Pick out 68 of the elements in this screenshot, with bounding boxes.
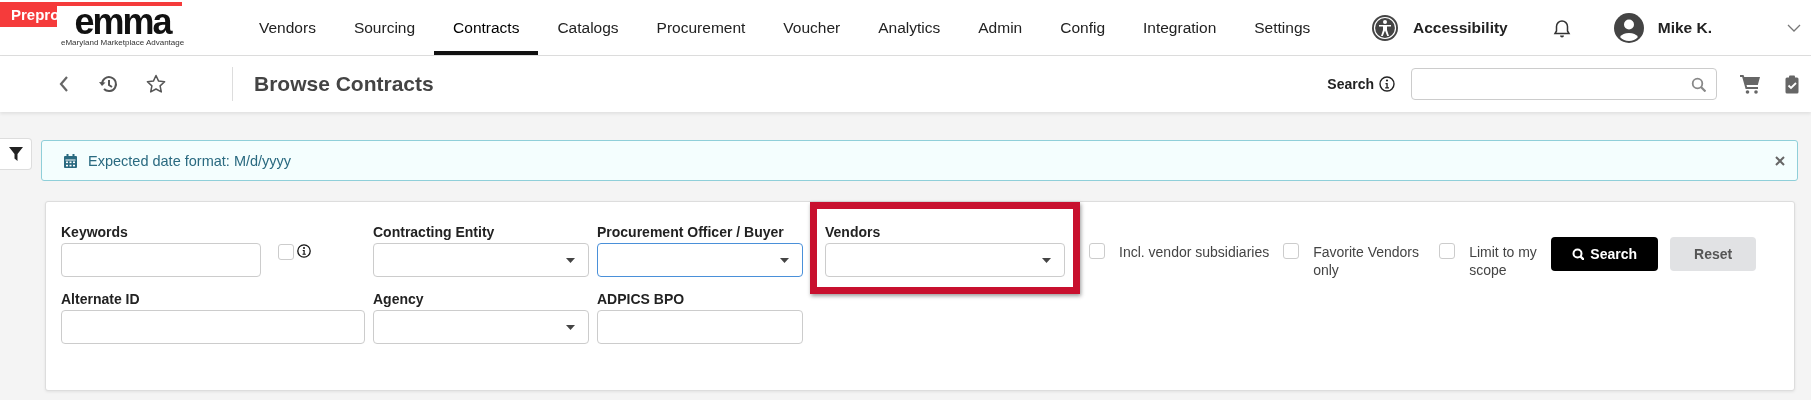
field-label: Alternate ID <box>61 291 141 309</box>
filter-button[interactable] <box>0 138 32 170</box>
dropdown-arrow-icon <box>566 324 575 330</box>
checkbox[interactable] <box>1283 243 1300 259</box>
field-label: Procurement Officer / Buyer <box>597 224 785 242</box>
nav-tab[interactable]: Vendors <box>240 0 335 55</box>
calendar-icon <box>64 153 77 168</box>
field-label: Keywords <box>61 224 129 242</box>
checkbox-label: Limit to my scope <box>1469 243 1538 279</box>
bell-icon <box>1551 17 1572 38</box>
favorite-button[interactable] <box>146 74 166 94</box>
nav-tab[interactable]: Catalogs <box>538 0 638 55</box>
cart-button[interactable] <box>1740 74 1760 94</box>
input-field[interactable] <box>597 310 803 344</box>
nav-tab[interactable]: Integration <box>1124 0 1236 55</box>
user-menu-toggle[interactable] <box>1787 23 1801 32</box>
nav-tab[interactable]: Analytics <box>859 0 960 55</box>
close-button[interactable] <box>1775 155 1785 166</box>
dropdown-arrow-icon <box>780 257 789 263</box>
chevron-down-icon <box>1787 23 1801 32</box>
nav-tab[interactable]: Config <box>1041 0 1124 55</box>
filter-icon <box>8 147 23 161</box>
history-button[interactable] <box>98 74 118 94</box>
field-label: Contracting Entity <box>373 224 496 242</box>
info-icon <box>1379 76 1395 92</box>
search-icon <box>1572 248 1585 260</box>
search-button[interactable]: Search <box>1551 237 1659 271</box>
checkbox[interactable] <box>1089 243 1105 259</box>
nav-tab[interactable]: Admin <box>959 0 1042 55</box>
dropdown-arrow-icon <box>1042 257 1051 263</box>
field-label: Agency <box>373 291 425 309</box>
user-menu[interactable]: Mike K. <box>1613 12 1712 43</box>
checkbox[interactable] <box>278 244 294 260</box>
accessibility-link[interactable]: Accessibility <box>1370 13 1508 42</box>
page-title: Browse Contracts <box>254 72 434 96</box>
avatar-icon <box>1613 12 1644 43</box>
nav-tab[interactable]: Settings <box>1235 0 1330 55</box>
cart-icon <box>1740 74 1760 94</box>
checkbox[interactable] <box>1439 243 1456 259</box>
search-field[interactable] <box>1411 68 1717 100</box>
field-label: Vendors <box>825 224 882 242</box>
notifications-button[interactable] <box>1551 17 1572 38</box>
chevron-left-icon <box>58 75 70 93</box>
history-icon <box>98 74 118 94</box>
search-icon <box>1691 76 1706 92</box>
field-label: ADPICS BPO <box>597 291 686 309</box>
reset-button[interactable]: Reset <box>1670 237 1757 271</box>
checkbox-label: Incl. vendor subsidiaries <box>1119 243 1270 261</box>
close-icon <box>1775 155 1785 166</box>
input-field[interactable] <box>61 243 261 277</box>
dropdown[interactable] <box>373 243 589 277</box>
nav-tab[interactable]: Sourcing <box>334 0 435 55</box>
dropdown[interactable] <box>825 243 1065 277</box>
info-icon <box>297 244 311 258</box>
nav-tab[interactable]: Voucher <box>764 0 860 55</box>
dropdown-arrow-icon <box>566 257 575 263</box>
star-icon <box>146 74 166 94</box>
dropdown[interactable] <box>373 310 589 344</box>
nav-tab[interactable]: Procurement <box>637 0 765 55</box>
accessibility-icon <box>1370 13 1399 42</box>
search-label: Search <box>1327 76 1374 92</box>
clipboard-check-icon <box>1785 74 1799 94</box>
alert-message: Expected date format: M/d/yyyy <box>88 152 292 169</box>
tasks-button[interactable] <box>1785 74 1799 94</box>
checkbox-label: Favorite Vendors only <box>1313 243 1421 279</box>
back-button[interactable] <box>58 75 70 93</box>
dropdown[interactable] <box>597 243 803 277</box>
input-field[interactable] <box>61 310 365 344</box>
